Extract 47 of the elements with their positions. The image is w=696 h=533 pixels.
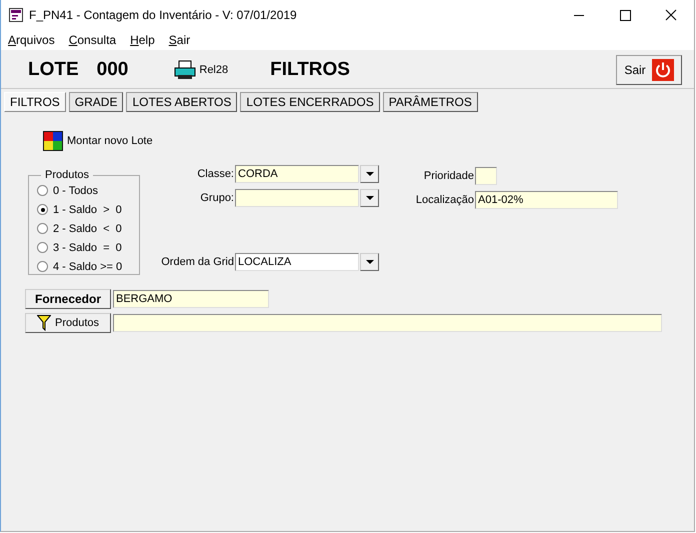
- radio-label[interactable]: 1 - Saldo > 0: [53, 204, 122, 216]
- dropdown-field[interactable]: [235, 189, 379, 207]
- menu-item[interactable]: Sair: [168, 33, 190, 47]
- field-label: Grupo:: [199, 192, 235, 204]
- supplier-button[interactable]: Fornecedor: [25, 289, 111, 309]
- radio-label[interactable]: 3 - Saldo = 0: [53, 242, 122, 254]
- radio-label[interactable]: 4 - Saldo >= 0: [53, 260, 122, 272]
- field-label: Classe:: [196, 168, 235, 180]
- lote-label: LOTE: [28, 59, 79, 81]
- lote-number: 000: [96, 59, 128, 81]
- caret-icon: [366, 172, 374, 176]
- menu-item[interactable]: Consulta: [68, 33, 116, 47]
- tab[interactable]: PARÂMETROS: [382, 92, 478, 112]
- input-field[interactable]: [475, 167, 497, 185]
- puzzle-icon[interactable]: [43, 131, 63, 151]
- caret-icon: [366, 196, 374, 200]
- input-field[interactable]: BERGAMO: [113, 290, 269, 308]
- caret-icon: [366, 260, 374, 264]
- tab[interactable]: LOTES ENCERRADOS: [240, 92, 380, 112]
- tab[interactable]: FILTROS: [4, 92, 66, 112]
- products-filter-button[interactable]: Produtos: [25, 313, 111, 333]
- tab[interactable]: LOTES ABERTOS: [126, 92, 238, 112]
- radio-button[interactable]: [37, 242, 48, 253]
- field-label: Localização: [414, 194, 475, 206]
- field-label: Ordem da Grid: [160, 256, 235, 268]
- printer-icon: [174, 60, 196, 80]
- radio-button[interactable]: [37, 261, 48, 272]
- window-title: F_PN41 - Contagem do Inventário - V: 07/01/2019: [29, 8, 298, 22]
- app-icon: [9, 8, 23, 22]
- radio-button[interactable]: [37, 223, 48, 234]
- exit-button[interactable]: Sair: [616, 55, 682, 85]
- menu-item[interactable]: Arquivos: [8, 33, 55, 47]
- new-lot-label[interactable]: Montar novo Lote: [67, 135, 153, 147]
- radio-label[interactable]: 0 - Todos: [53, 184, 98, 196]
- field-label: Prioridade: [422, 170, 475, 182]
- filter-icon: [36, 315, 51, 331]
- report-button[interactable]: Rel28: [174, 60, 228, 80]
- input-field[interactable]: [113, 314, 662, 332]
- radio-button[interactable]: [37, 185, 48, 196]
- radio-label[interactable]: 2 - Saldo < 0: [53, 222, 122, 234]
- radio-button[interactable]: [37, 204, 48, 215]
- input-field[interactable]: A01-02%: [475, 191, 618, 209]
- group-title: Produtos: [44, 169, 90, 181]
- menu-item[interactable]: Help: [130, 33, 155, 47]
- power-icon: [652, 59, 674, 81]
- section-title: FILTROS: [270, 59, 350, 81]
- tab[interactable]: GRADE: [68, 92, 124, 112]
